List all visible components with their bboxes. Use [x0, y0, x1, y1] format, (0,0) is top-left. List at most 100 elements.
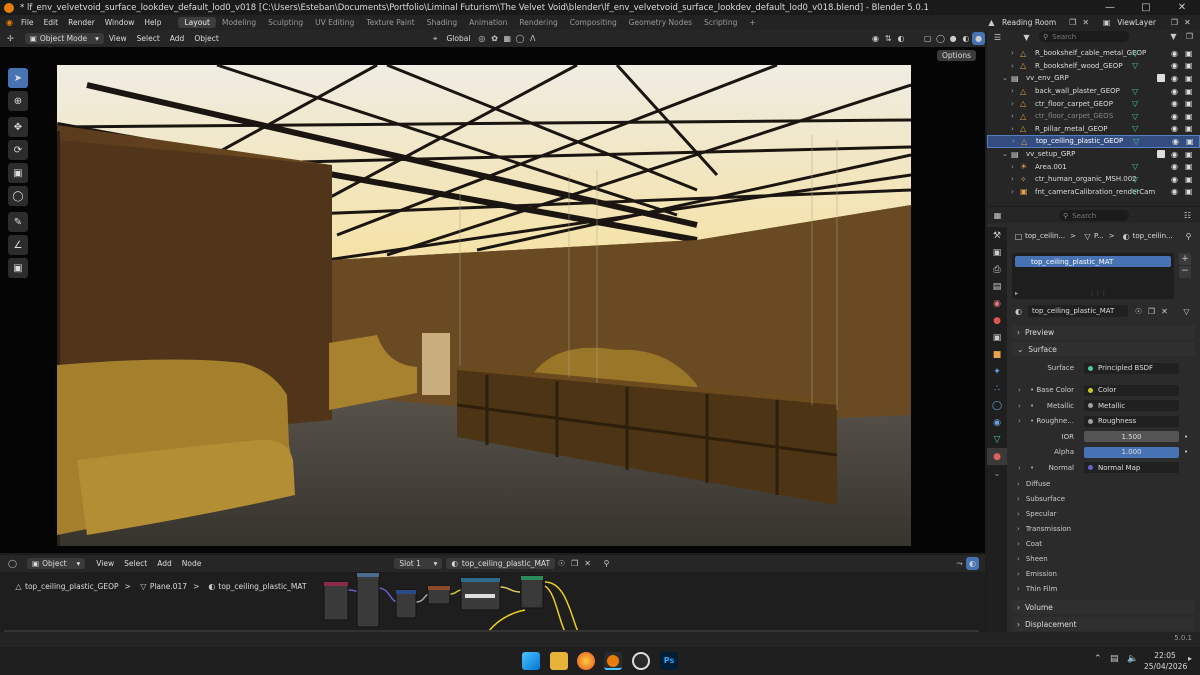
input-expand-icon[interactable]: › — [1018, 417, 1021, 425]
expand-arrow-icon[interactable]: › — [1011, 175, 1020, 183]
material-tab-icon[interactable]: ● — [987, 448, 1007, 465]
data-icon[interactable]: ▽ — [1132, 61, 1138, 70]
tab-shading[interactable]: Shading — [421, 17, 463, 28]
render-camera-icon[interactable]: ▣ — [1185, 87, 1193, 96]
transform-tool-icon[interactable]: ◯ — [8, 186, 28, 206]
volume-icon[interactable]: 🔈 — [1127, 654, 1138, 664]
expand-arrow-icon[interactable]: › — [1011, 87, 1020, 95]
outliner-item[interactable]: › ✧ ctr_human_organic_MSH.002 ▽ ◉ ▣ — [987, 173, 1200, 186]
obs-icon[interactable] — [632, 652, 650, 670]
shading-wireframe-icon[interactable]: ◯ — [934, 32, 947, 45]
subsection-subsurface[interactable]: › Subsurface — [1012, 492, 1195, 506]
render-camera-icon[interactable]: ▣ — [1185, 49, 1193, 58]
data-icon[interactable]: ▽ — [1132, 99, 1138, 108]
node-menu-view[interactable]: View — [91, 559, 119, 568]
tab-scripting[interactable]: Scripting — [698, 17, 743, 28]
data-icon[interactable]: ▽ — [1132, 49, 1138, 58]
node-pin-icon[interactable]: ⚲ — [600, 557, 613, 570]
node-graph[interactable] — [320, 572, 580, 632]
node-type-dropdown[interactable]: ▣ Object ▾ — [27, 558, 86, 569]
taskbar-date[interactable]: 25/04/2026 — [1144, 662, 1187, 671]
delete-scene-icon[interactable]: ✕ — [1079, 16, 1092, 29]
proportional-edit-icon[interactable]: ◯ — [514, 32, 527, 45]
outliner-item[interactable]: › ☀ Area.001 ▽ ◉ ▣ — [987, 160, 1200, 173]
visibility-eye-icon[interactable]: ◉ — [1171, 87, 1178, 96]
rotate-tool-icon[interactable]: ⟳ — [8, 140, 28, 160]
expand-arrow-icon[interactable]: › — [1012, 137, 1021, 145]
node-snap-icon[interactable]: ⤳ — [953, 557, 966, 570]
tab-animation[interactable]: Animation — [463, 17, 513, 28]
orientation-dropdown[interactable]: Global — [442, 34, 476, 43]
shading-solid-icon[interactable]: ● — [947, 32, 960, 45]
data-icon[interactable]: ▽ — [1132, 162, 1138, 171]
editor-type-icon[interactable]: ✢ — [4, 32, 17, 45]
material-slot-list[interactable]: top_ceiling_plastic_MAT ▸ ⋮⋮⋮ — [1012, 253, 1174, 299]
input-field[interactable]: Normal Map — [1084, 462, 1179, 473]
slot-resize-handle[interactable]: ⋮⋮⋮ — [1089, 290, 1107, 297]
node-fake-user-icon[interactable]: ☉ — [555, 557, 568, 570]
properties-search-input[interactable]: ⚲ Search — [1059, 210, 1129, 221]
menu-edit[interactable]: Edit — [39, 18, 64, 27]
view-layer-name[interactable]: ViewLayer — [1113, 18, 1160, 27]
node-unlink-icon[interactable]: ✕ — [581, 557, 594, 570]
visibility-eye-icon[interactable]: ◉ — [1171, 187, 1178, 196]
node-menu-node[interactable]: Node — [177, 559, 207, 568]
outliner-item[interactable]: › △ R_bookshelf_wood_GEOP ▽ ◉ ▣ — [987, 60, 1200, 73]
visibility-eye-icon[interactable]: ◉ — [1171, 112, 1178, 121]
viewport-menu-select[interactable]: Select — [132, 34, 165, 43]
outliner-item[interactable]: › △ ctr_floor_carpet_GEOP ▽ ◉ ▣ — [987, 97, 1200, 110]
render-camera-icon[interactable]: ▣ — [1185, 150, 1193, 159]
subsection-specular[interactable]: › Specular — [1012, 507, 1195, 521]
menu-file[interactable]: File — [16, 18, 39, 27]
expand-arrow-icon[interactable]: › — [1011, 125, 1020, 133]
expand-arrow-icon[interactable]: › — [1011, 100, 1020, 108]
collapse-arrow-icon[interactable]: ⌄ — [1002, 74, 1011, 82]
outliner-item[interactable]: ⌄ ▤ vv_setup_GRP ◉ ▣ — [987, 148, 1200, 161]
close-icon[interactable]: ✕ — [1164, 0, 1200, 15]
new-view-layer-icon[interactable]: ❐ — [1168, 16, 1181, 29]
node-overlay-icon[interactable]: ◐ — [966, 557, 980, 570]
render-camera-icon[interactable]: ▣ — [1185, 162, 1193, 171]
mode-dropdown[interactable]: ▣ Object Mode ▾ — [24, 33, 104, 44]
collapse-arrow-icon[interactable]: ⌄ — [1002, 150, 1011, 158]
data-icon[interactable]: ▽ — [1133, 137, 1139, 146]
visibility-eye-icon[interactable]: ◉ — [1171, 74, 1178, 83]
material-name-field[interactable]: top_ceiling_plastic_MAT — [1028, 305, 1128, 317]
outliner-item[interactable]: › △ R_bookshelf_cable_metal_GEOP ▽ ◉ ▣ — [987, 47, 1200, 60]
render-tab-icon[interactable]: ▣ — [987, 244, 1007, 261]
exclude-checkbox[interactable] — [1157, 150, 1165, 159]
shading-rendered-icon[interactable]: ● — [972, 32, 985, 45]
visibility-eye-icon[interactable]: ◉ — [1171, 124, 1178, 133]
subsection-thin-film[interactable]: › Thin Film — [1012, 582, 1195, 596]
data-icon[interactable]: ▽ — [1132, 124, 1138, 133]
outliner-item[interactable]: › △ R_pillar_metal_GEOP ▽ ◉ ▣ — [987, 123, 1200, 136]
material-browse-icon[interactable]: ◐ — [1012, 305, 1025, 318]
scene-name[interactable]: Reading Room — [998, 18, 1060, 27]
firefox-icon[interactable] — [577, 652, 595, 670]
output-tab-icon[interactable]: ⎙ — [987, 261, 1007, 278]
viewport-menu-object[interactable]: Object — [189, 34, 223, 43]
render-camera-icon[interactable]: ▣ — [1185, 112, 1193, 121]
select-tool-icon[interactable]: ➤ — [8, 68, 28, 88]
tab-compositing[interactable]: Compositing — [564, 17, 623, 28]
visibility-eye-icon[interactable]: ◉ — [1171, 61, 1178, 70]
file-explorer-icon[interactable] — [550, 652, 568, 670]
scene-tab-icon[interactable]: ◉ — [987, 295, 1007, 312]
subsection-diffuse[interactable]: › Diffuse — [1012, 477, 1195, 491]
surface-shader-field[interactable]: Principled BSDF — [1084, 362, 1179, 374]
subsection-sheen[interactable]: › Sheen — [1012, 552, 1195, 566]
tab-uv-editing[interactable]: UV Editing — [309, 17, 360, 28]
render-camera-icon[interactable]: ▣ — [1185, 61, 1193, 70]
delete-view-layer-icon[interactable]: ✕ — [1181, 16, 1194, 29]
measure-tool-icon[interactable]: ∠ — [8, 235, 28, 255]
section-volume[interactable]: › Volume — [1012, 600, 1195, 614]
menu-render[interactable]: Render — [63, 18, 100, 27]
data-icon[interactable]: ▽ — [1132, 87, 1138, 96]
view-layer-icon[interactable]: ▣ — [1100, 16, 1113, 29]
expand-arrow-icon[interactable]: › — [1011, 163, 1020, 171]
tab-geometry-nodes[interactable]: Geometry Nodes — [623, 17, 698, 28]
particles-tab-icon[interactable]: ∴ — [987, 380, 1007, 397]
tab-modeling[interactable]: Modeling — [216, 17, 262, 28]
viewport-menu-add[interactable]: Add — [165, 34, 190, 43]
orientation-icon[interactable]: ⌖ — [429, 32, 442, 45]
